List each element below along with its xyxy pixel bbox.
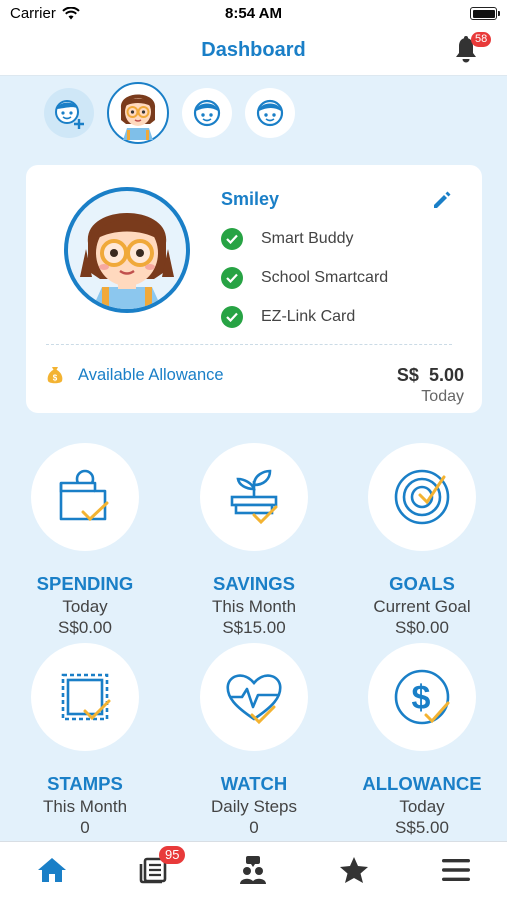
available-allowance: $ Available Allowance — [46, 365, 224, 385]
tile-subtitle: This Month — [42, 797, 128, 816]
tile-value: S$0.00 — [395, 618, 449, 637]
tile-allowance[interactable]: $ ALLOWANCE Today S$5.00 — [342, 643, 502, 838]
watch-circle — [200, 643, 308, 751]
tile-title: SPENDING — [36, 573, 134, 594]
tile-spending[interactable]: SPENDING Today S$0.00 — [5, 443, 165, 638]
tile-value: S$15.00 — [222, 618, 286, 637]
child-avatar-2[interactable] — [182, 88, 232, 138]
tile-subtitle: This Month — [211, 597, 297, 616]
allowance-amount: S$ 5.00 — [397, 365, 464, 386]
tile-title: SAVINGS — [213, 573, 295, 594]
star-icon — [340, 857, 368, 883]
allowance-period: Today — [421, 388, 464, 405]
feature-label: Smart Buddy — [261, 230, 354, 247]
divider — [46, 344, 452, 345]
tile-watch[interactable]: WATCH Daily Steps 0 — [174, 643, 334, 838]
edit-profile-button[interactable] — [431, 189, 453, 216]
check-icon — [221, 228, 243, 250]
allowance-circle: $ — [368, 643, 476, 751]
community-icon — [240, 856, 266, 884]
child-selector — [44, 82, 295, 144]
menu-icon — [442, 859, 470, 881]
girl-avatar-icon — [120, 94, 156, 140]
status-bar: Carrier 8:54 AM — [0, 0, 507, 28]
child-avatar-selected[interactable] — [107, 82, 169, 144]
tab-menu[interactable] — [436, 852, 476, 888]
dollar-icon: $ — [394, 669, 450, 725]
battery-icon — [470, 7, 500, 20]
tab-home[interactable] — [32, 852, 72, 888]
plant-icon — [230, 469, 278, 525]
notification-button[interactable]: 58 — [453, 32, 492, 66]
money-bag-icon: $ — [47, 367, 63, 384]
stamp-icon — [61, 673, 111, 721]
currency-label: S$ — [396, 365, 419, 385]
boy-avatar-icon — [193, 99, 221, 127]
tile-value: 0 — [249, 818, 259, 837]
tile-value: S$5.00 — [395, 818, 449, 837]
home-icon — [38, 858, 66, 882]
tile-title: STAMPS — [47, 773, 123, 794]
feature-smart-buddy: Smart Buddy — [221, 228, 353, 250]
tile-subtitle: Today — [62, 597, 108, 616]
feature-label: School Smartcard — [261, 269, 389, 286]
check-icon — [221, 267, 243, 289]
tile-stamps[interactable]: STAMPS This Month 0 — [5, 643, 165, 838]
child-name: Smiley — [221, 189, 280, 209]
spending-circle — [31, 443, 139, 551]
savings-circle — [200, 443, 308, 551]
add-child-button[interactable] — [44, 88, 94, 138]
tile-subtitle: Today — [399, 797, 445, 816]
add-child-icon — [55, 100, 84, 129]
tile-title: ALLOWANCE — [362, 773, 482, 794]
tab-community[interactable] — [233, 852, 273, 888]
tab-bar: 95 — [0, 841, 507, 900]
allowance-label: Available Allowance — [78, 365, 224, 384]
child-avatar-3[interactable] — [245, 88, 295, 138]
boy-avatar-icon — [256, 99, 284, 127]
girl-portrait-icon — [80, 213, 174, 309]
wallet-icon — [59, 469, 109, 522]
feature-label: EZ-Link Card — [261, 308, 356, 325]
notification-badge: 58 — [471, 32, 492, 47]
tile-title: GOALS — [389, 573, 455, 594]
pencil-icon — [434, 191, 451, 208]
heart-rate-icon — [226, 674, 282, 725]
news-badge: 95 — [159, 846, 186, 864]
feature-school-smartcard: School Smartcard — [221, 267, 388, 289]
profile-card: Smiley Smart Buddy School Smartcard EZ-L… — [26, 165, 482, 413]
feature-ez-link-card: EZ-Link Card — [221, 306, 355, 328]
tile-title: WATCH — [220, 773, 288, 794]
check-icon — [221, 306, 243, 328]
goals-circle — [368, 443, 476, 551]
page-title: Dashboard — [201, 39, 306, 61]
tile-subtitle: Daily Steps — [211, 797, 297, 816]
tile-savings[interactable]: SAVINGS This Month S$15.00 — [174, 443, 334, 638]
tab-favorites[interactable] — [334, 852, 374, 888]
child-photo — [64, 187, 190, 313]
amount-value: 5.00 — [428, 365, 464, 385]
nav-bar: Dashboard 58 — [0, 28, 507, 76]
tile-value: S$0.00 — [58, 618, 112, 637]
svg-text:$: $ — [53, 374, 58, 383]
clock: 8:54 AM — [225, 5, 282, 22]
tile-value: 0 — [80, 818, 90, 837]
tile-goals[interactable]: GOALS Current Goal S$0.00 — [342, 443, 502, 638]
target-icon — [394, 469, 450, 525]
tab-news[interactable]: 95 — [133, 846, 186, 888]
tile-subtitle: Current Goal — [373, 597, 471, 616]
stamps-circle — [31, 643, 139, 751]
svg-text:$: $ — [412, 679, 431, 717]
